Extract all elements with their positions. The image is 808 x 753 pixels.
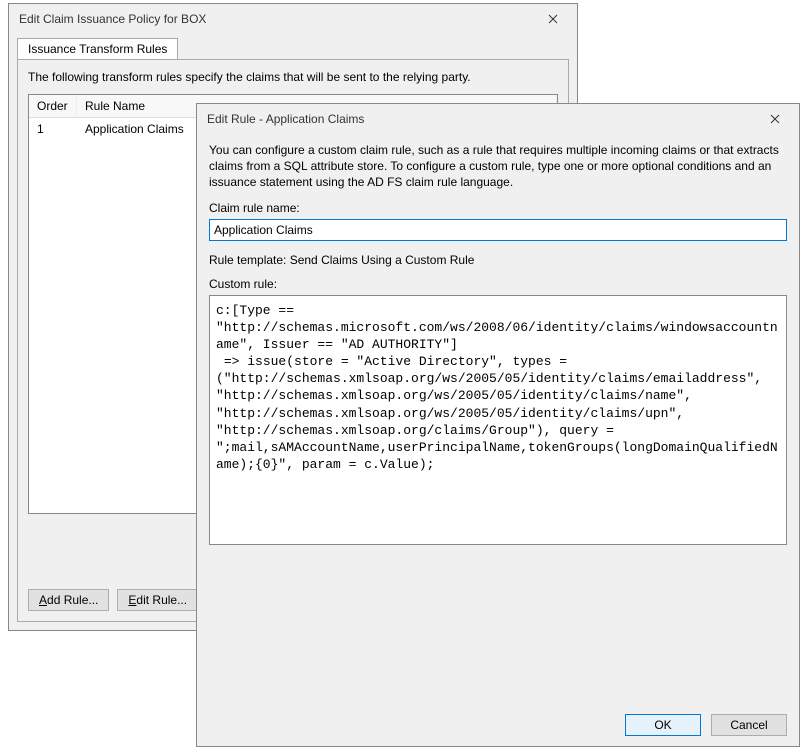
window-title: Edit Rule - Application Claims bbox=[207, 112, 364, 126]
tab-header: Issuance Transform Rules bbox=[17, 38, 569, 60]
titlebar: Edit Rule - Application Claims bbox=[197, 104, 799, 134]
description-text: You can configure a custom claim rule, s… bbox=[209, 142, 787, 191]
claim-rule-name-label: Claim rule name: bbox=[209, 201, 787, 215]
intro-text: The following transform rules specify th… bbox=[28, 70, 558, 84]
dialog-body: You can configure a custom claim rule, s… bbox=[209, 142, 787, 702]
rule-template-label: Rule template: Send Claims Using a Custo… bbox=[209, 253, 787, 267]
titlebar: Edit Claim Issuance Policy for BOX bbox=[9, 4, 577, 34]
dialog-edit-rule: Edit Rule - Application Claims You can c… bbox=[196, 103, 800, 747]
close-icon bbox=[548, 14, 558, 24]
btn-text: dit Rule... bbox=[136, 593, 187, 607]
claim-rule-name-input[interactable] bbox=[209, 219, 787, 241]
btn-text: dd Rule... bbox=[47, 593, 98, 607]
custom-rule-textarea[interactable] bbox=[209, 295, 787, 545]
accesskey: A bbox=[39, 593, 47, 607]
add-rule-button[interactable]: Add Rule... bbox=[28, 589, 109, 611]
edit-rule-button[interactable]: Edit Rule... bbox=[117, 589, 198, 611]
grid-button-row: Add Rule... Edit Rule... bbox=[28, 589, 198, 611]
close-button[interactable] bbox=[761, 109, 789, 129]
window-title: Edit Claim Issuance Policy for BOX bbox=[19, 12, 206, 26]
ok-button[interactable]: OK bbox=[625, 714, 701, 736]
tab-issuance-transform-rules[interactable]: Issuance Transform Rules bbox=[17, 38, 178, 59]
column-header-order[interactable]: Order bbox=[29, 95, 77, 117]
close-button[interactable] bbox=[539, 9, 567, 29]
close-icon bbox=[770, 114, 780, 124]
cell-order: 1 bbox=[29, 118, 77, 140]
cancel-button[interactable]: Cancel bbox=[711, 714, 787, 736]
dialog-button-row: OK Cancel bbox=[625, 714, 787, 736]
custom-rule-label: Custom rule: bbox=[209, 277, 787, 291]
